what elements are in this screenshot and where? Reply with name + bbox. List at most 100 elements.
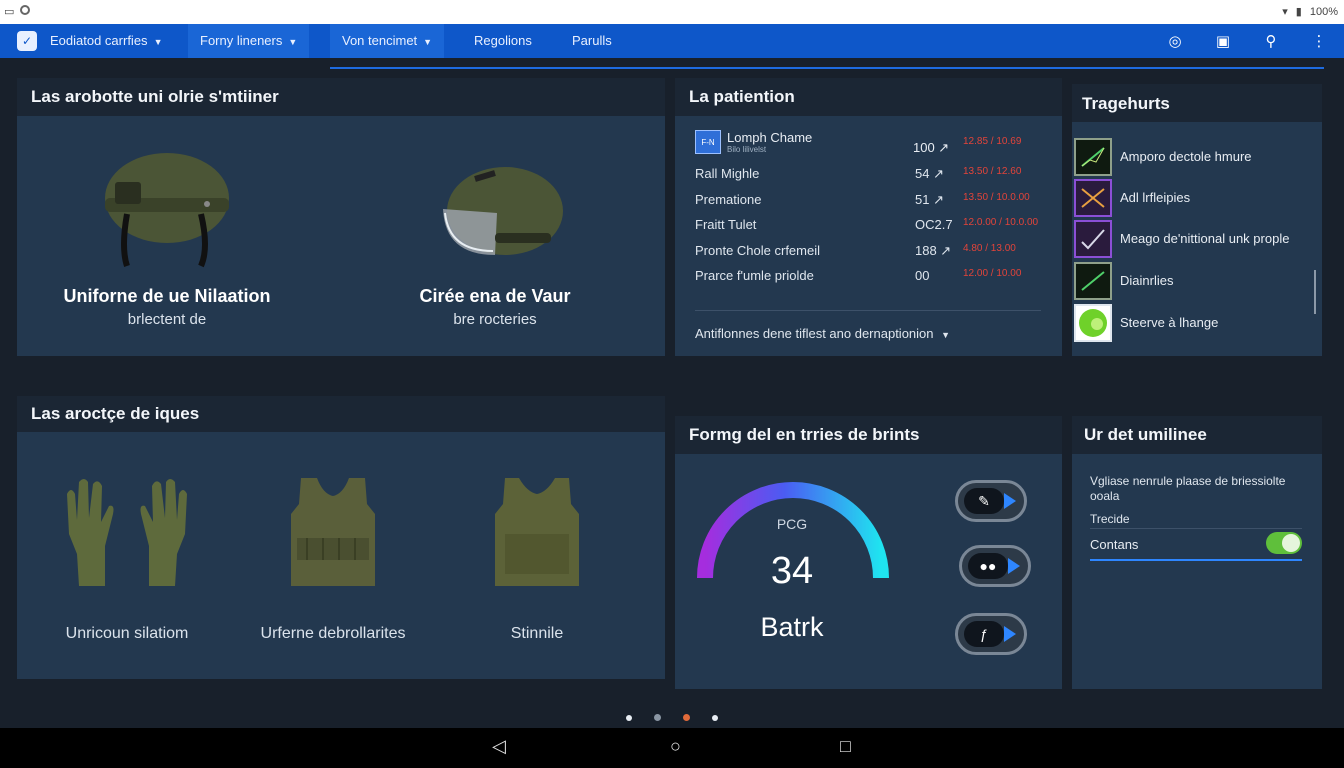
stats-header-value: 100 ↗ <box>913 140 950 155</box>
stats-header-label: Lomph Chame <box>727 130 813 145</box>
vest-icon <box>291 478 375 586</box>
panel-title: Las aroctçe de iques <box>17 396 665 432</box>
helmet-icon <box>105 153 229 268</box>
stats-panel: La patiention F-N Lomph Chame Bilo liliv… <box>675 78 1062 356</box>
trend-icon <box>1074 262 1112 300</box>
gauge-label: PCG <box>776 516 808 532</box>
chevron-down-icon: ▼ <box>153 37 163 47</box>
system-nav-bar: ◁ ○ □ <box>0 728 1344 768</box>
list-item[interactable]: Meago de'nittional unk prople <box>1072 218 1318 258</box>
panel-title: Tragehurts <box>1072 84 1322 122</box>
item-card-gloves[interactable]: Unricoun silatiom <box>37 474 217 643</box>
divider <box>695 310 1041 311</box>
panel-title: Las arobotte uni olrie s'mtiiner <box>17 78 665 116</box>
app-logo-icon[interactable]: ✓ <box>17 31 37 51</box>
play-arrow-icon <box>1004 626 1016 642</box>
tracking-panel: Tragehurts Amporo dectole hmure Adl lrfl… <box>1072 84 1322 356</box>
scrollbar[interactable] <box>1314 270 1316 314</box>
list-item[interactable]: Diainrlies <box>1072 260 1318 300</box>
battery-percent: 100% <box>1309 5 1338 18</box>
green-circle-icon <box>1074 304 1112 342</box>
nav-item-eodiatod[interactable]: Eodiatod carrfies ▼ <box>38 24 174 58</box>
list-item[interactable]: Steerve à lhange <box>1072 302 1318 342</box>
settings-toggle[interactable] <box>1266 532 1302 554</box>
gear-panel: Las aroctçe de iques Unricoun silatiom U… <box>17 396 665 679</box>
focus-underline <box>1090 559 1302 561</box>
sim-icon: ▭ <box>4 6 15 18</box>
stats-header-sublabel: Bilo lilivelst <box>727 145 767 154</box>
page-dot[interactable] <box>626 714 632 721</box>
pen-icon: ƒ <box>964 621 1004 647</box>
panel-title: Formg del en trries de brints <box>675 416 1062 454</box>
list-item[interactable]: Amporo dectole hmure <box>1072 136 1318 176</box>
item-card-armor[interactable]: Stinnile <box>447 474 627 643</box>
top-nav: ✓ Eodiatod carrfies ▼ Forny lineners ▼ Von… <box>0 24 1344 58</box>
item-title: Cirée ena de Vaur <box>419 286 571 306</box>
nav-item-parulls[interactable]: Parulls <box>560 24 624 58</box>
list-item[interactable]: Adl lrfleipies <box>1072 177 1318 217</box>
visor-helmet-icon <box>443 167 563 255</box>
control-pill-3[interactable]: ƒ <box>955 613 1027 655</box>
stats-footer-link[interactable]: Antiflonnes dene tiflest ano dernaptioni… <box>695 326 950 341</box>
back-icon[interactable]: ◁ <box>492 736 506 757</box>
item-subtitle: bre rocteries <box>453 311 537 328</box>
nav-item-von[interactable]: Von tencimet ▼ <box>330 24 445 58</box>
page-dot[interactable] <box>712 714 718 721</box>
item-name: Urferne debrollarites <box>260 625 406 642</box>
stat-row: Pronte Chole crfemeil 188 ↗ 4.80 / 13.00 <box>695 243 1016 258</box>
stats-header-note: 12.85 / 10.69 <box>963 136 1022 147</box>
play-arrow-icon <box>1004 493 1016 509</box>
panel-title: La patiention <box>675 78 1062 116</box>
stat-row: Prematione 51 ↗ 13.50 / 10.0.00 <box>695 192 1030 207</box>
nav-item-regolions[interactable]: Regolions <box>462 24 544 58</box>
wifi-icon: ▾ <box>1282 6 1288 18</box>
chart-line-icon <box>1074 138 1112 176</box>
gauge-panel: Formg del en trries de brints PCG 34 Bat… <box>675 416 1062 689</box>
settings-row-label: Trecide <box>1090 512 1130 526</box>
stat-row: Rall Mighle 54 ↗ 13.50 / 12.60 <box>695 166 1022 181</box>
divider <box>1090 528 1302 529</box>
settings-description: Vgliase nenrule plaase de briessiolte oo… <box>1090 474 1286 503</box>
item-card-helmet[interactable]: Uniforne de ue Nilaation brlectent de <box>47 148 287 328</box>
settings-toggle-label: Contans <box>1090 537 1139 552</box>
status-bar: ▭ ▾ ▮ 100% <box>0 0 1344 24</box>
check-chart-icon <box>1074 220 1112 258</box>
nav-underline <box>330 67 1324 69</box>
item-title: Uniforne de ue Nilaation <box>63 286 271 306</box>
gauge-value: 34 <box>770 550 814 592</box>
panel-title: Ur det umilinee <box>1072 416 1322 454</box>
calendar-icon[interactable]: ▣ <box>1212 32 1234 50</box>
nav-icon-group: ◎ ▣ ⚲ ⋮ <box>1164 24 1330 58</box>
gloves-icon <box>67 479 187 586</box>
flag-badge: F-N <box>695 130 721 154</box>
nav-item-forny[interactable]: Forny lineners ▼ <box>188 24 310 58</box>
toggle-knob <box>1282 534 1300 552</box>
equipment-panel: Las arobotte uni olrie s'mtiiner Uniforn… <box>17 78 665 356</box>
instagram-icon[interactable]: ◎ <box>1164 32 1186 50</box>
settings-panel: Ur det umilinee Vgliase nenrule plaase d… <box>1072 416 1322 689</box>
item-subtitle: brlectent de <box>127 311 207 328</box>
control-pill-1[interactable]: ✎ <box>955 480 1027 522</box>
armor-plate-icon <box>495 478 579 586</box>
dots-icon: ●● <box>968 553 1008 579</box>
home-icon[interactable]: ○ <box>670 736 681 757</box>
stat-row: Fraitt Tulet OC2.7 12.0.00 / 10.0.00 <box>695 217 1039 232</box>
page-dot[interactable] <box>654 714 661 721</box>
item-card-visor-helmet[interactable]: Cirée ena de Vaur bre rocteries <box>375 163 615 328</box>
more-vert-icon[interactable]: ⋮ <box>1308 32 1330 50</box>
cross-chart-icon <box>1074 179 1112 217</box>
chevron-down-icon: ▼ <box>941 330 951 340</box>
stat-row: Prarce f'umle priolde 00 12.00 / 10.00 <box>695 268 1022 283</box>
control-pill-2[interactable]: ●● <box>959 545 1031 587</box>
chevron-down-icon: ▼ <box>288 37 298 47</box>
item-name: Stinnile <box>510 625 564 642</box>
play-arrow-icon <box>1008 558 1020 574</box>
item-name: Unricoun silatiom <box>65 625 189 642</box>
recents-icon[interactable]: □ <box>840 736 851 757</box>
marker-icon: ✎ <box>964 488 1004 514</box>
gauge-caption: Batrk <box>760 612 824 642</box>
page-dot-active[interactable] <box>683 714 690 721</box>
item-card-vest[interactable]: Urferne debrollarites <box>243 474 423 643</box>
battery-icon: ▮ <box>1295 6 1302 18</box>
search-icon[interactable]: ⚲ <box>1260 32 1282 50</box>
